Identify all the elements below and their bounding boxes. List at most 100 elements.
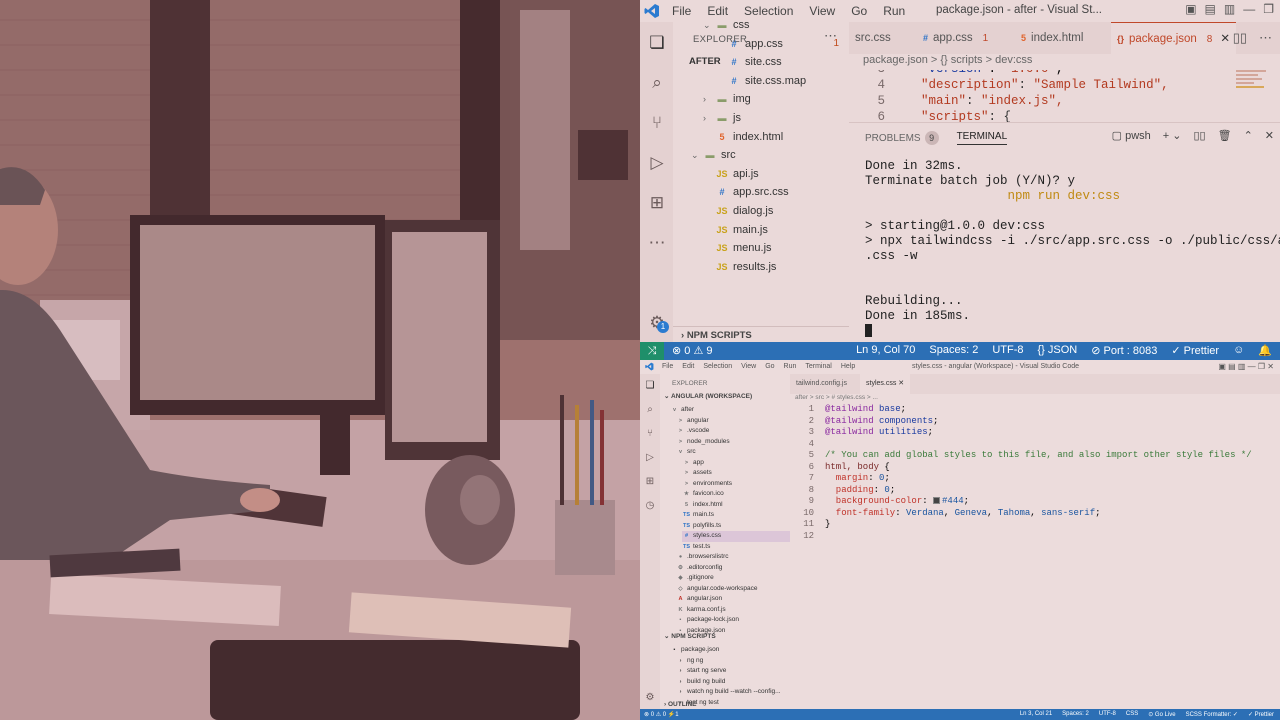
maximize-panel-icon[interactable]: ⌃ <box>1244 129 1253 142</box>
file-tree-item[interactable]: > app <box>682 458 704 469</box>
menu-help[interactable]: Help <box>841 363 855 370</box>
panel-toggle-icon[interactable]: ▤ <box>1205 2 1216 16</box>
run-debug-icon[interactable]: ▷ <box>646 152 668 174</box>
file-tree-item[interactable]: JS results.js <box>703 258 849 276</box>
menu-terminal[interactable]: Terminal <box>805 363 831 370</box>
file-tree-item[interactable]: ◇ angular.code-workspace <box>676 584 757 595</box>
code-editor[interactable]: 3"version": "1.0.0", 4 "description": "Sa… <box>849 70 1280 122</box>
npm-scripts-header-bottom[interactable]: ⌄ NPM SCRIPTS <box>664 632 716 643</box>
tab-index-html[interactable]: 5 index.html <box>1015 22 1089 54</box>
file-tree-item[interactable]: JS main.js <box>703 221 849 239</box>
tab-app-css[interactable]: # app.css 1 <box>917 22 994 54</box>
search-icon[interactable]: ⌕ <box>646 72 668 94</box>
tab-src-css[interactable]: src.css <box>849 22 897 54</box>
file-tree-item[interactable]: ⌄ ▬ css <box>703 16 849 34</box>
close-panel-icon[interactable]: ✕ <box>1265 129 1274 142</box>
status-item[interactable]: UTF-8 <box>992 344 1023 357</box>
status-item[interactable]: ⊘ Port : 8083 <box>1091 344 1157 357</box>
npm-script-item[interactable]: › start ng serve <box>676 666 727 677</box>
file-tree-item[interactable]: # site.css.map <box>715 72 849 90</box>
problems-status[interactable]: ⊗ 0 ⚠ 9 <box>672 344 712 357</box>
tab-problems[interactable]: PROBLEMS 9 <box>865 131 939 145</box>
file-tree-item[interactable]: # app.src.css <box>703 183 849 201</box>
status-item[interactable]: UTF-8 <box>1099 711 1116 718</box>
extensions-icon[interactable]: ⊞ <box>646 192 668 214</box>
new-terminal-icon[interactable]: + ⌄ <box>1163 129 1182 142</box>
file-tree-item[interactable]: JS dialog.js <box>703 202 849 220</box>
file-tree-item[interactable]: # site.css <box>715 53 849 71</box>
tab-package-json[interactable]: {} package.json 8 ✕ <box>1111 22 1236 54</box>
restore-button[interactable]: ❐ <box>1263 2 1274 16</box>
menu-go[interactable]: Go <box>851 4 867 18</box>
layout-toggle-icon[interactable]: ▣ <box>1185 2 1196 16</box>
menu-go[interactable]: Go <box>765 363 774 370</box>
file-tree-item[interactable]: › ▬ js <box>703 109 849 127</box>
file-tree-item[interactable]: > angular <box>676 416 709 427</box>
explorer-icon-bottom[interactable]: ❏ <box>644 380 656 392</box>
split-terminal-icon[interactable]: ▯▯ <box>1193 129 1205 142</box>
menu-run[interactable]: Run <box>784 363 797 370</box>
extensions-icon-bottom[interactable]: ⊞ <box>644 476 656 488</box>
status-item[interactable]: Ln 9, Col 70 <box>856 344 915 357</box>
npm-script-item[interactable]: › ng ng <box>676 656 704 667</box>
file-tree-item[interactable]: > .vscode <box>676 426 710 437</box>
source-control-icon-bottom[interactable]: ⑂ <box>644 428 656 440</box>
split-editor-icon[interactable]: ▯▯ <box>1233 30 1247 46</box>
npm-script-item[interactable]: ▪ package.json <box>670 645 720 656</box>
minimap[interactable] <box>1236 70 1272 110</box>
file-tree-item[interactable]: › ▬ img <box>703 90 849 108</box>
file-tree-item[interactable]: ⌄ ▬ src <box>691 146 849 164</box>
problems-status-bottom[interactable]: ⊗ 0 ⚠ 0 ⚡1 <box>644 711 679 718</box>
more-icon[interactable]: ⋯ <box>646 232 668 254</box>
run-debug-icon-bottom[interactable]: ▷ <box>644 452 656 464</box>
file-tree-item[interactable]: Kkarma.conf.js <box>676 605 726 616</box>
file-tree-item[interactable]: TS main.ts <box>682 510 714 521</box>
search-icon-bottom[interactable]: ⌕ <box>644 404 656 416</box>
file-tree-item[interactable]: ● .browserslistrc <box>676 552 729 563</box>
file-tree-item[interactable]: v src <box>676 447 696 458</box>
trash-icon[interactable]: 🗑 <box>1218 129 1232 142</box>
terminal-shell-selector[interactable]: ▢ pwsh <box>1112 129 1151 142</box>
npm-script-item[interactable]: › build ng build <box>676 677 726 688</box>
file-tree-item[interactable]: JS api.js <box>703 165 849 183</box>
workspace-header[interactable]: ⌄ ANGULAR (WORKSPACE) <box>664 392 752 403</box>
file-tree-item[interactable]: Aangular.json <box>676 594 723 605</box>
file-tree-item[interactable]: v after <box>670 405 694 416</box>
tab-tailwind-config-js[interactable]: tailwind.config.js <box>790 374 853 394</box>
file-tree-item[interactable]: ⚙ .editorconfig <box>676 563 722 574</box>
close-tab-icon[interactable]: ✕ <box>1220 33 1230 45</box>
more-actions-icon[interactable]: ⋯ <box>1259 30 1272 46</box>
file-tree-item[interactable]: ★ favicon.ico <box>682 489 724 500</box>
file-tree-item[interactable]: 5 index.html <box>682 500 723 511</box>
file-tree-item[interactable]: # app.css 1 <box>715 35 849 53</box>
status-item[interactable]: Spaces: 2 <box>1062 711 1089 718</box>
code-editor-bottom[interactable]: 1 @tailwind base; 2 @tailwind components; 3… <box>790 404 1251 604</box>
status-item[interactable]: Spaces: 2 <box>929 344 978 357</box>
tab-styles-css[interactable]: styles.css ✕ <box>860 374 911 394</box>
status-item[interactable]: ⊙ Go Live <box>1148 711 1175 718</box>
menu-edit[interactable]: Edit <box>682 363 694 370</box>
file-tree-item[interactable]: TS test.ts <box>682 542 710 553</box>
file-tree-item[interactable]: > environments <box>682 479 732 490</box>
file-tree-item[interactable]: ▪ package-lock.json <box>676 615 740 626</box>
minimize-button[interactable]: — <box>1243 2 1255 16</box>
settings-gear-icon-bottom[interactable]: ⚙ <box>644 692 656 704</box>
status-item[interactable]: {} JSON <box>1037 344 1077 357</box>
menu-view[interactable]: View <box>741 363 756 370</box>
copilot-icon[interactable]: ☺ <box>1233 344 1244 357</box>
menu-file[interactable]: File <box>662 363 673 370</box>
explorer-icon[interactable]: ❏ <box>646 32 668 54</box>
breadcrumb-bottom[interactable]: after > src > # styles.css > ... <box>795 394 878 401</box>
bell-icon[interactable]: 🔔 <box>1258 344 1272 357</box>
status-item[interactable]: Ln 3, Col 21 <box>1020 711 1052 718</box>
tab-terminal[interactable]: TERMINAL <box>956 131 1008 145</box>
close-tab-icon[interactable]: ✕ <box>896 380 904 387</box>
sidebar-toggle-icon[interactable]: ▥ <box>1224 2 1235 16</box>
file-tree-item[interactable]: > node_modules <box>676 437 730 448</box>
menu-run[interactable]: Run <box>883 4 905 18</box>
source-control-icon[interactable]: ⑂ <box>646 112 668 134</box>
remote-indicator-icon[interactable]: ⤨ <box>640 342 664 360</box>
menu-selection[interactable]: Selection <box>703 363 732 370</box>
terminal-output[interactable]: Done in 32ms. Terminate batch job (Y/N)? … <box>865 159 1280 339</box>
status-item[interactable]: CSS <box>1126 711 1138 718</box>
